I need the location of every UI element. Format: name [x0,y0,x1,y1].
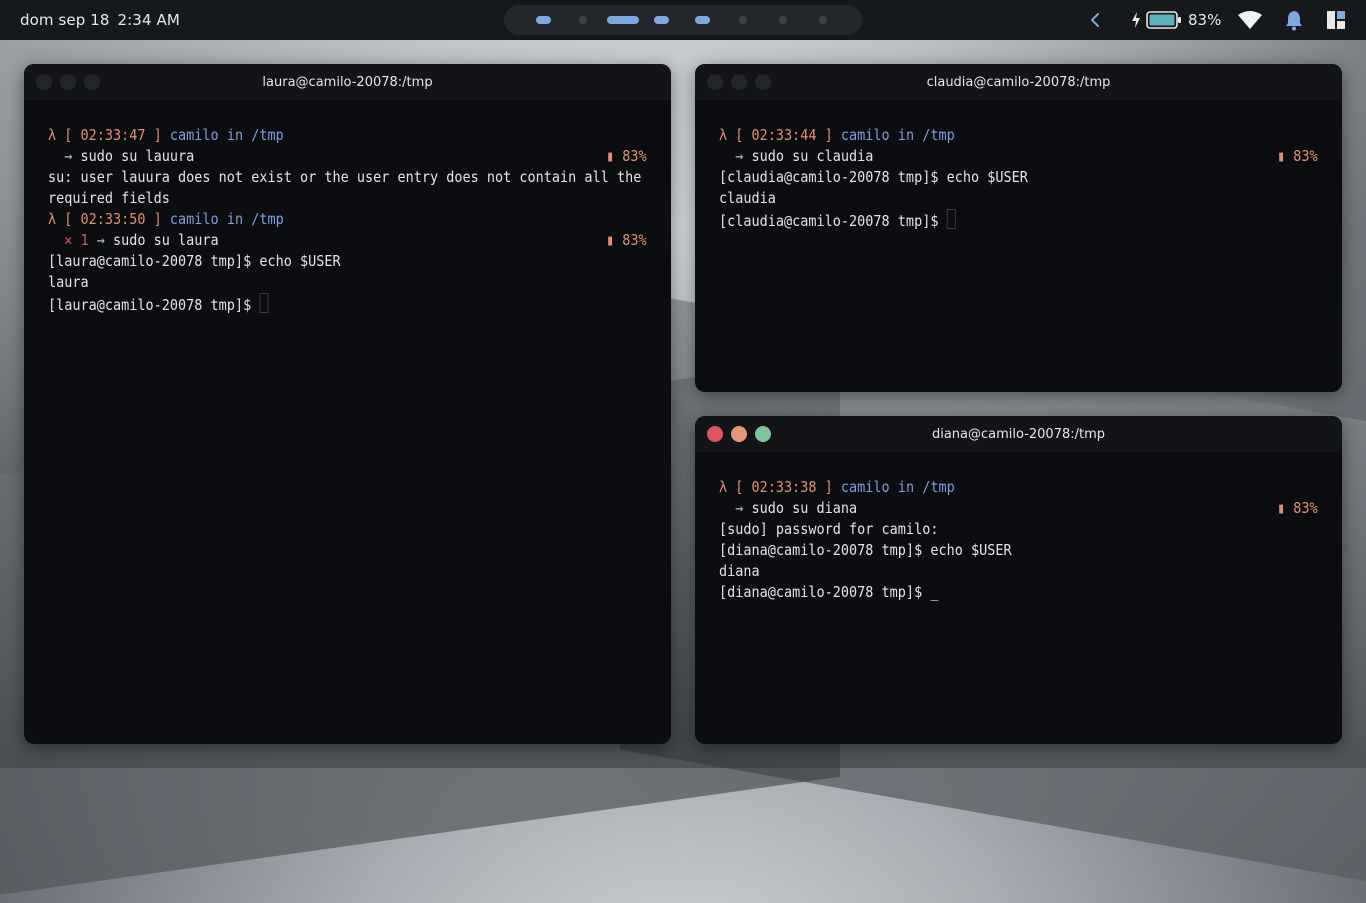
workspace-indicator-8[interactable] [819,16,827,24]
output-text: [sudo] password for camilo: [719,520,939,538]
prompt-time: [ 02:33:47 ] [64,126,162,144]
error-mark-icon: ✕ 1 [64,231,97,249]
clock-time: 2:34 AM [117,11,180,29]
output-text: laura [48,273,89,291]
terminal-line: [laura@camilo-20078 tmp]$ [48,293,660,314]
terminal-output[interactable]: λ [ 02:33:44 ] camilo in /tmp → sudo su … [719,125,1331,230]
output-text: required fields [48,189,170,207]
prompt-arrow-icon: → [96,231,114,249]
cursor [946,209,956,229]
window-title: laura@camilo-20078:/tmp [262,75,433,90]
command-text: sudo su claudia [751,147,874,165]
workspace-indicator-2[interactable] [579,16,587,24]
terminal-window-laura[interactable]: laura@camilo-20078:/tmp λ [ 02:33:47 ] c… [24,64,671,744]
window-titlebar[interactable]: diana@camilo-20078:/tmp [695,416,1342,452]
prompt-battery: ▮ 83% [606,147,647,165]
prompt-arrow-icon: → [64,147,81,165]
prompt-time: [ 02:33:50 ] [64,210,162,228]
charging-bolt-icon [1132,12,1140,28]
terminal-line: laura [48,272,660,293]
terminal-line: [claudia@camilo-20078 tmp]$ echo $USER [719,167,1331,188]
control-center-icon[interactable] [1326,10,1346,30]
window-title: claudia@camilo-20078:/tmp [926,75,1111,90]
wifi-icon[interactable] [1237,10,1263,30]
terminal-line: λ [ 02:33:44 ] camilo in /tmp [719,125,1331,146]
terminal-output[interactable]: λ [ 02:33:47 ] camilo in /tmp → sudo su … [48,125,660,314]
terminal-line: λ [ 02:33:47 ] camilo in /tmp [48,125,660,146]
workspace-switcher [504,5,862,35]
prompt-arrow-icon: → [735,147,752,165]
output-text: diana [719,562,760,580]
command-text: sudo su lauura [80,147,195,165]
window-titlebar[interactable]: laura@camilo-20078:/tmp [24,64,671,100]
workspace-indicator-5[interactable] [695,16,710,24]
terminal-line: → sudo su claudia ▮ 83% [719,146,1331,167]
terminal-line: λ [ 02:33:50 ] camilo in /tmp [48,209,660,230]
workspace-indicator-7[interactable] [779,16,787,24]
prompt-time: [ 02:33:38 ] [735,478,833,496]
prompt-user-dir: camilo in /tmp [161,126,284,144]
top-panel: dom sep 18 2:34 AM 83% [0,0,1366,40]
clock-date: dom sep 18 [20,11,110,29]
output-text: [diana@camilo-20078 tmp]$ echo $USER [719,541,1012,559]
prompt-arrow-icon: → [735,499,752,517]
terminal-line: → sudo su diana ▮ 83% [719,498,1331,519]
shell-prompt: [laura@camilo-20078 tmp]$ [48,296,260,314]
terminal-line: su: user lauura does not exist or the us… [48,167,660,188]
terminal-line: [laura@camilo-20078 tmp]$ echo $USER [48,251,660,272]
prompt-battery: ▮ 83% [606,231,647,249]
prompt-battery: ▮ 83% [1277,499,1318,517]
command-text: sudo su laura [113,231,219,249]
prompt-user-dir: camilo in /tmp [832,126,955,144]
workspace-indicator-4[interactable] [654,16,669,24]
cursor [259,293,269,313]
terminal-line: → sudo su lauura ▮ 83% [48,146,660,167]
terminal-line: [claudia@camilo-20078 tmp]$ [719,209,1331,230]
terminal-line: [sudo] password for camilo: [719,519,1331,540]
command-text: sudo su diana [751,499,858,517]
terminal-window-diana[interactable]: diana@camilo-20078:/tmp λ [ 02:33:38 ] c… [695,416,1342,744]
window-titlebar[interactable]: claudia@camilo-20078:/tmp [695,64,1342,100]
terminal-line: required fields [48,188,660,209]
prompt-lambda: λ [48,126,65,144]
prompt-battery: ▮ 83% [1277,147,1318,165]
clock[interactable]: dom sep 18 2:34 AM [20,11,180,29]
workspace-indicator-1[interactable] [536,16,551,24]
output-text: claudia [719,189,776,207]
workspace-indicator-3[interactable] [607,16,639,24]
prompt-lambda: λ [719,478,736,496]
prompt-user-dir: camilo in /tmp [832,478,955,496]
terminal-line: λ [ 02:33:38 ] camilo in /tmp [719,477,1331,498]
terminal-line: diana [719,561,1331,582]
output-text: [laura@camilo-20078 tmp]$ echo $USER [48,252,341,270]
prompt-user-dir: camilo in /tmp [161,210,284,228]
battery-icon[interactable] [1146,11,1182,29]
workspace-indicator-6[interactable] [739,16,747,24]
terminal-line: ✕ 1 → sudo su laura ▮ 83% [48,230,660,251]
terminal-line: [diana@camilo-20078 tmp]$ _ [719,582,1331,603]
prompt-lambda: λ [719,126,736,144]
terminal-line: [diana@camilo-20078 tmp]$ echo $USER [719,540,1331,561]
cursor: _ [930,583,939,601]
chevron-left-icon[interactable] [1087,10,1103,30]
terminal-line: claudia [719,188,1331,209]
shell-prompt: [diana@camilo-20078 tmp]$ [719,583,931,601]
output-text: su: user lauura does not exist or the us… [48,168,642,186]
prompt-lambda: λ [48,210,65,228]
terminal-output[interactable]: λ [ 02:33:38 ] camilo in /tmp → sudo su … [719,477,1331,603]
notification-bell-icon[interactable] [1284,9,1304,31]
window-title: diana@camilo-20078:/tmp [931,427,1106,442]
output-text: [claudia@camilo-20078 tmp]$ echo $USER [719,168,1028,186]
prompt-time: [ 02:33:44 ] [735,126,833,144]
terminal-window-claudia[interactable]: claudia@camilo-20078:/tmp λ [ 02:33:44 ]… [695,64,1342,392]
battery-percent: 83% [1188,11,1222,29]
shell-prompt: [claudia@camilo-20078 tmp]$ [719,212,947,230]
